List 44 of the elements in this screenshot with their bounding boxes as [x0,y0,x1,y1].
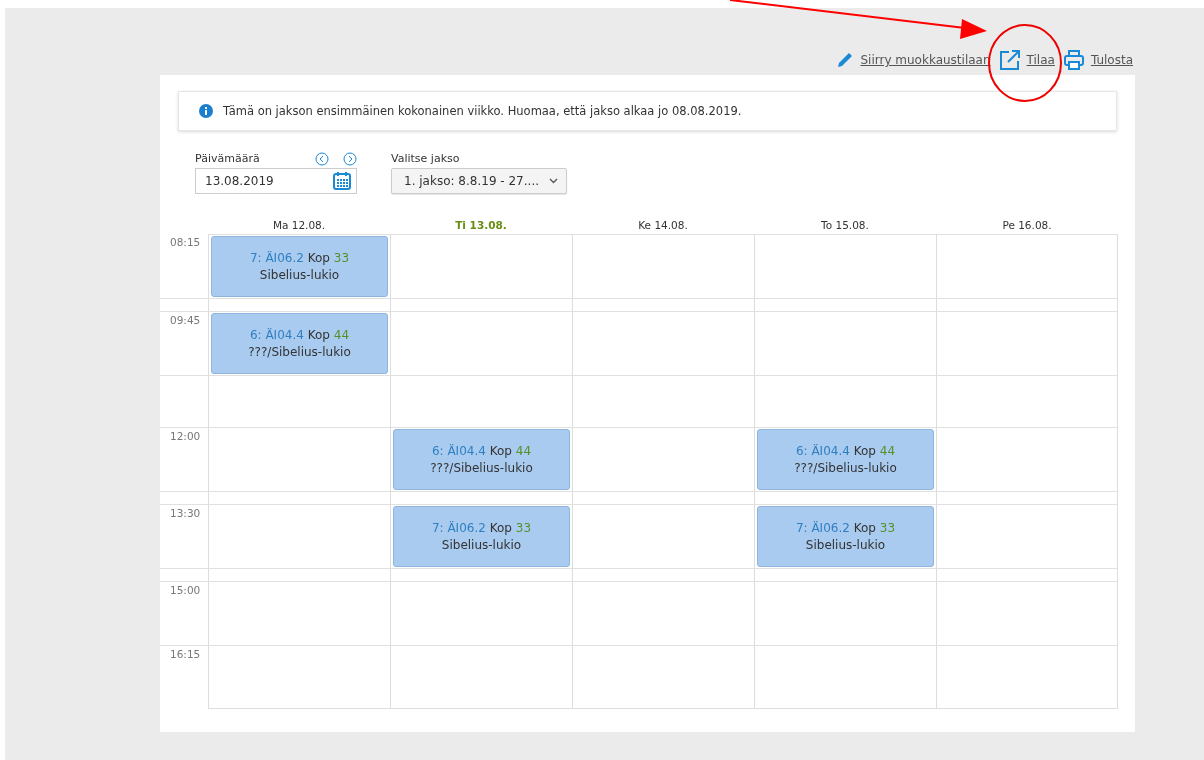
lesson-block[interactable]: 7: ÄI06.2 Kop 33 Sibelius-lukio [211,236,388,297]
time-label: 12:00 [160,427,208,491]
day-header: Ma 12.08. [271,218,327,233]
field-label: Valitse jakso [391,152,461,166]
lesson-title: 6: ÄI04.4 Kop 44 [249,326,350,344]
day-header: Pe 16.08. [1001,218,1053,233]
day-header: Ke 14.08. [637,218,689,233]
lesson-title: 7: ÄI06.2 Kop 33 [795,519,896,537]
time-label: 16:15 [160,645,208,709]
info-icon [199,104,213,118]
lesson-block[interactable]: 6: ÄI04.4 Kop 44 ???/Sibelius-lukio [757,429,934,490]
lesson-block[interactable]: 7: ÄI06.2 Kop 33 Sibelius-lukio [393,506,570,567]
previous-icon[interactable] [315,152,329,166]
subscribe-link[interactable]: Tilaa [998,49,1055,71]
lesson-title: 7: ÄI06.2 Kop 33 [431,519,532,537]
next-icon[interactable] [343,152,357,166]
lesson-block[interactable]: 6: ÄI04.4 Kop 44 ???/Sibelius-lukio [393,429,570,490]
lesson-block[interactable]: 6: ÄI04.4 Kop 44 ???/Sibelius-lukio [211,313,388,374]
time-label: 09:45 [160,311,208,375]
day-header: To 15.08. [820,218,870,233]
date-field[interactable]: 13.08.2019 [195,168,357,194]
external-link-icon [998,49,1021,71]
chevron-down-icon [549,178,558,184]
time-label: 08:15 [169,235,202,250]
period-dropdown[interactable]: 1. jakso: 8.8.19 - 27.... [391,168,567,194]
calendar-icon[interactable] [332,171,352,191]
lesson-location: Sibelius-lukio [805,536,886,554]
lesson-location: Sibelius-lukio [441,536,522,554]
lesson-location: ???/Sibelius-lukio [430,459,533,477]
lesson-location: Sibelius-lukio [259,266,340,284]
time-label: 13:30 [160,504,208,568]
printer-icon [1062,49,1085,71]
time-label: 15:00 [160,581,208,645]
lesson-title: 6: ÄI04.4 Kop 44 [431,442,532,460]
lesson-title: 6: ÄI04.4 Kop 44 [795,442,896,460]
field-label: Päivämäärä [195,152,260,166]
print-link[interactable]: Tulosta [1062,49,1133,71]
lesson-location: ???/Sibelius-lukio [248,343,351,361]
pencil-icon [836,51,855,69]
lesson-block[interactable]: 7: ÄI06.2 Kop 33 Sibelius-lukio [757,506,934,567]
notice-text: Tämä on jakson ensimmäinen kokonainen viikko. Huomaa, että jakso alkaa jo 08.08.2019. [223,104,742,118]
lesson-location: ???/Sibelius-lukio [794,459,897,477]
lesson-title: 7: ÄI06.2 Kop 33 [249,249,350,267]
day-header: Ti 13.08. [454,218,508,233]
